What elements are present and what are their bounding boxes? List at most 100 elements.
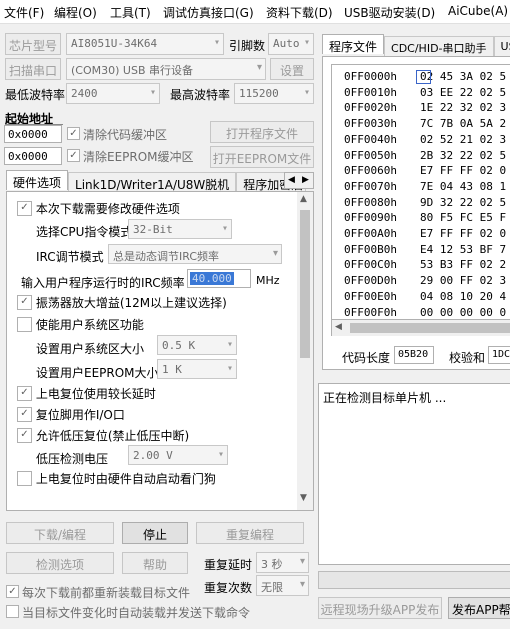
repeat-count-value: 无限 <box>261 581 283 594</box>
cpu-mode-value: 32-Bit <box>133 223 173 236</box>
min-baud-value: 2400 <box>71 87 98 100</box>
option-user-system: 使能用户系统区功能 <box>17 316 144 336</box>
low-volt-reset-label: 允许低压复位(禁止低压中断) <box>35 429 190 443</box>
repeat-program-button[interactable]: 重复编程 <box>196 522 304 544</box>
osc-gain-checkbox[interactable]: ✓ <box>17 295 32 310</box>
hex-row: 0FF00C0h 53 B3 FF 02 2 <box>344 258 506 274</box>
settings-button[interactable]: 设置 <box>270 58 314 80</box>
tab-usb[interactable]: USB <box>493 36 510 56</box>
eeprom-address-input[interactable]: 0x0000 <box>4 147 62 165</box>
user-system-size-label: 设置用户系统区大小 <box>36 342 145 356</box>
hex-bytes: 04 08 10 20 4 <box>420 289 507 303</box>
cpu-mode-label: 选择CPU指令模式 <box>36 225 133 239</box>
min-baud-label: 最低波特率 <box>5 88 66 102</box>
hex-address: 0FF0050h <box>344 148 397 162</box>
code-length-label: 代码长度 <box>342 351 391 365</box>
repeat-delay-value: 3 秒 <box>261 558 283 571</box>
menu-file[interactable]: 文件(F) <box>4 4 44 21</box>
help-button[interactable]: 帮助 <box>122 552 188 574</box>
remote-upgrade-button[interactable]: 远程现场升级APP发布 <box>318 597 442 619</box>
log-output[interactable]: 正在检测目标单片机 ... <box>318 383 510 565</box>
scrollbar-thumb[interactable] <box>300 210 310 358</box>
user-system-size-select[interactable]: 0.5 K ▾ <box>157 335 237 355</box>
chevron-right-icon[interactable]: ▶ <box>302 175 309 185</box>
hex-horizontal-scrollbar[interactable]: ◀ <box>331 320 510 336</box>
osc-gain-label: 振荡器放大增益(12M以上建议选择) <box>35 296 227 310</box>
modify-hardware-checkbox[interactable]: ✓ <box>17 201 32 216</box>
chevron-left-icon[interactable]: ◀ <box>288 175 295 185</box>
menu-downloads[interactable]: 资料下载(D) <box>266 4 333 21</box>
menu-aicube[interactable]: AiCube(A) <box>448 4 508 18</box>
repeat-count-select[interactable]: 无限 ▾ <box>256 575 309 596</box>
reload-each-checkbox[interactable]: ✓ <box>6 585 19 598</box>
menu-usb-driver[interactable]: USB驱动安装(D) <box>344 4 435 21</box>
chevron-down-icon: ▾ <box>221 223 228 234</box>
irc-freq-input[interactable]: 40.000 <box>187 269 251 288</box>
clear-code-label: 清除代码缓冲区 <box>83 128 168 142</box>
clear-code-checkbox[interactable]: ✓ <box>67 127 80 140</box>
option-reset-pin: ✓ 复位脚用作I/O口 <box>17 406 125 426</box>
open-program-file-button[interactable]: 打开程序文件 <box>210 121 314 143</box>
auto-send-label: 当目标文件变化时自动装载并发送下载命令 <box>22 606 251 620</box>
reset-pin-checkbox[interactable]: ✓ <box>17 407 32 422</box>
pins-select[interactable]: Auto ▾ <box>268 33 314 55</box>
chip-model-button[interactable]: 芯片型号 <box>5 33 61 55</box>
right-tab-bar: 程序文件 CDC/HID-串口助手 USB <box>322 34 510 56</box>
chevron-up-icon[interactable]: ▲ <box>300 194 307 204</box>
watchdog-checkbox[interactable] <box>17 471 32 486</box>
long-delay-checkbox[interactable]: ✓ <box>17 386 32 401</box>
hex-address: 0FF0020h <box>344 101 397 115</box>
chevron-down-icon[interactable]: ▼ <box>300 493 307 503</box>
tab-hardware-options[interactable]: 硬件选项 <box>6 170 69 190</box>
option-watchdog: 上电复位时由硬件自动启动看门狗 <box>17 470 216 490</box>
low-volt-select[interactable]: 2.00 V ▾ <box>128 445 228 465</box>
clear-eeprom-checkbox[interactable]: ✓ <box>67 149 80 162</box>
hex-bytes: E7 FF FF 02 0 <box>420 164 507 178</box>
menu-tools[interactable]: 工具(T) <box>110 4 151 21</box>
hex-row: 0FF0020h 1E 22 32 02 3 <box>344 101 506 117</box>
pins-value: Auto <box>273 37 300 50</box>
chip-model-select[interactable]: AI8051U-34K64 ▾ <box>66 33 224 55</box>
scan-port-button[interactable]: 扫描串口 <box>5 58 61 80</box>
code-address-input[interactable]: 0x0000 <box>4 125 62 143</box>
pins-label: 引脚数 <box>229 39 266 53</box>
tab-cdc-hid-assistant[interactable]: CDC/HID-串口助手 <box>384 36 494 56</box>
port-select[interactable]: (COM30) USB 串行设备 ▾ <box>66 58 266 80</box>
port-value: (COM30) USB 串行设备 <box>71 64 193 77</box>
hex-row: 0FF0010h 03 EE 22 02 5 <box>344 86 506 102</box>
min-baud-select[interactable]: 2400 ▾ <box>66 83 160 104</box>
chevron-down-icon: ▾ <box>303 37 310 48</box>
left-tab-bar: 硬件选项 Link1D/Writer1A/U8W脱机 程序加密后 <box>6 170 314 192</box>
download-program-button[interactable]: 下载/编程 <box>6 522 114 544</box>
hscroll-thumb[interactable] <box>350 323 510 333</box>
hex-bytes: 7C 7B 0A 5A 2 <box>420 117 507 131</box>
hex-address: 0FF00E0h <box>344 289 397 303</box>
detect-options-button[interactable]: 检测选项 <box>6 552 114 574</box>
program-file-panel: 0FF0000h 02 45 3A 02 5 0FF0010h 03 EE 22 02… <box>322 56 510 370</box>
low-volt-reset-checkbox[interactable]: ✓ <box>17 428 32 443</box>
user-system-size-value: 0.5 K <box>162 339 196 352</box>
user-eeprom-size-select[interactable]: 1 K ▾ <box>157 359 237 379</box>
chevron-down-icon: ▾ <box>213 37 220 48</box>
irc-mode-select[interactable]: 总是动态调节IRC频率 ▾ <box>108 244 282 264</box>
hex-address: 0FF00A0h <box>344 227 397 240</box>
hardware-options-scrollbar[interactable]: ▲ ▼ <box>297 192 313 510</box>
menu-program[interactable]: 编程(O) <box>54 4 97 21</box>
option-osc-gain: ✓ 振荡器放大增益(12M以上建议选择) <box>17 294 227 314</box>
chevron-left-icon[interactable]: ◀ <box>335 322 342 332</box>
hex-address: 0FF00C0h <box>344 258 397 272</box>
auto-send-checkbox[interactable] <box>6 605 19 618</box>
max-baud-select[interactable]: 115200 ▾ <box>234 83 314 104</box>
open-eeprom-file-button[interactable]: 打开EEPROM文件 <box>210 146 314 168</box>
user-system-checkbox[interactable] <box>17 317 32 332</box>
repeat-delay-select[interactable]: 3 秒 ▾ <box>256 552 309 573</box>
checksum-field: 1DC <box>488 346 510 364</box>
stop-button[interactable]: 停止 <box>122 522 188 544</box>
cpu-mode-select[interactable]: 32-Bit ▾ <box>128 219 232 239</box>
hex-view[interactable]: 0FF0000h 02 45 3A 02 5 0FF0010h 03 EE 22 02… <box>331 64 510 320</box>
tab-program-file[interactable]: 程序文件 <box>322 34 385 54</box>
hex-address: 0FF0090h <box>344 211 397 225</box>
menu-debug[interactable]: 调试仿真接口(G) <box>163 4 254 21</box>
tab-link1d-writer[interactable]: Link1D/Writer1A/U8W脱机 <box>68 172 237 192</box>
publish-app-help-button[interactable]: 发布APP帮助 <box>448 597 510 619</box>
